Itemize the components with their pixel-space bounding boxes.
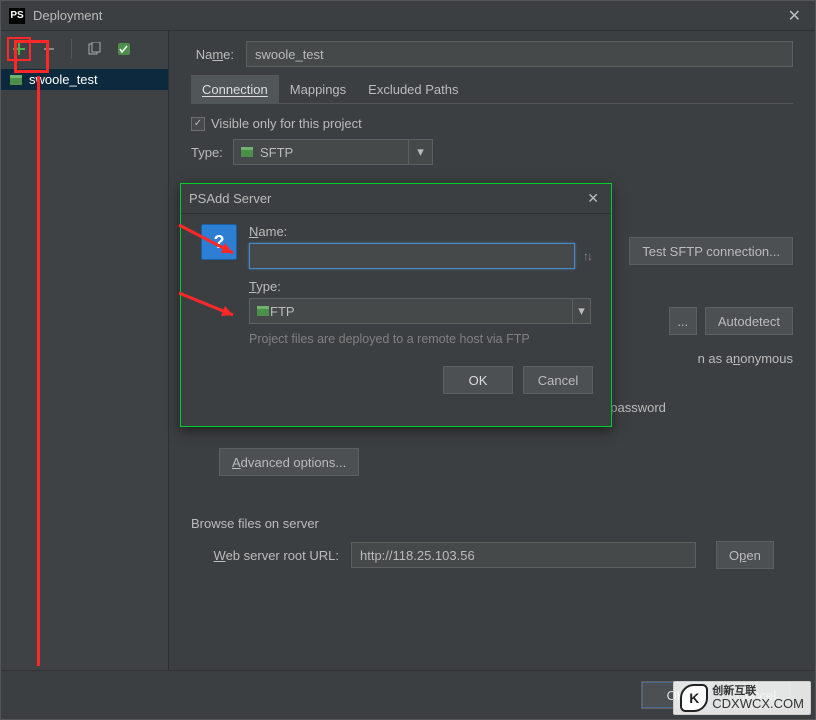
validate-button[interactable]: [112, 37, 136, 61]
add-server-dialog: PS Add Server ✕ ? Name: ↑↓ Type: FTP: [180, 183, 612, 427]
tabs: Connection Mappings Excluded Paths: [191, 75, 793, 104]
watermark-text: 创新互联 CDXWCX.COM: [712, 685, 804, 711]
server-icon: [9, 73, 23, 87]
dialog-close-button[interactable]: ✕: [583, 188, 603, 209]
deployment-window: PS Deployment ✕: [0, 0, 816, 720]
anonymous-fragment: n as anonymous: [698, 351, 793, 366]
name-label: Name:: [191, 47, 246, 62]
type-select[interactable]: SFTP ▾: [233, 139, 433, 165]
sidebar-toolbar: [1, 31, 168, 67]
advanced-options-button[interactable]: Advanced options...: [219, 448, 359, 476]
dialog-type-value: FTP: [270, 304, 295, 319]
tab-mappings[interactable]: Mappings: [279, 75, 357, 103]
chevron-down-icon: ▾: [408, 140, 432, 164]
sftp-icon: [240, 145, 254, 159]
browse-button[interactable]: ...: [669, 307, 697, 335]
test-connection-button[interactable]: Test SFTP connection...: [629, 237, 793, 265]
autodetect-button[interactable]: Autodetect: [705, 307, 793, 335]
dialog-app-icon: PS: [189, 191, 206, 206]
app-icon: PS: [9, 8, 25, 24]
copy-button[interactable]: [82, 37, 106, 61]
watermark-logo: K: [680, 684, 708, 712]
web-root-input[interactable]: [351, 542, 696, 568]
dialog-type-select[interactable]: FTP ▾: [249, 298, 591, 324]
dialog-name-input[interactable]: [249, 243, 575, 269]
server-tree-item[interactable]: swoole_test: [1, 69, 168, 90]
toolbar-separator: [71, 39, 72, 59]
remove-server-button[interactable]: [37, 37, 61, 61]
tab-connection[interactable]: Connection: [191, 75, 279, 104]
dialog-cancel-button[interactable]: Cancel: [523, 366, 593, 394]
web-root-row: Web server root URL: Open: [191, 541, 793, 569]
window-close-button[interactable]: ✕: [782, 6, 807, 26]
dialog-type-label: Type:: [249, 279, 591, 294]
sort-icon[interactable]: ↑↓: [583, 249, 591, 263]
dialog-buttons: OK Cancel: [181, 356, 611, 408]
ftp-icon: [256, 304, 270, 318]
tab-excluded[interactable]: Excluded Paths: [357, 75, 469, 103]
watermark: K 创新互联 CDXWCX.COM: [673, 681, 811, 715]
window-title: Deployment: [33, 8, 782, 23]
dialog-hint: Project files are deployed to a remote h…: [249, 332, 591, 346]
chevron-down-icon: ▾: [572, 299, 590, 323]
type-value: SFTP: [260, 145, 293, 160]
visible-only-label: Visible only for this project: [211, 116, 362, 131]
name-row: Name:: [191, 41, 793, 67]
visible-only-checkbox[interactable]: ✓ Visible only for this project: [191, 116, 362, 131]
sidebar: swoole_test: [1, 31, 169, 670]
name-input[interactable]: [246, 41, 793, 67]
dialog-ok-button[interactable]: OK: [443, 366, 513, 394]
add-server-button[interactable]: [7, 37, 31, 61]
dialog-name-label: Name:: [249, 224, 591, 239]
open-button[interactable]: Open: [716, 541, 774, 569]
advanced-row: Advanced options...: [191, 448, 793, 476]
web-root-label: Web server root URL:: [191, 548, 351, 563]
dialog-titlebar: PS Add Server ✕: [181, 184, 611, 214]
dialog-body: ? Name: ↑↓ Type: FTP ▾ Project files are…: [181, 214, 611, 356]
type-row: Type: SFTP ▾: [191, 139, 793, 165]
server-tree: swoole_test: [1, 67, 168, 92]
info-icon: ?: [201, 224, 237, 260]
server-tree-item-label: swoole_test: [29, 72, 98, 87]
dialog-title: Add Server: [206, 191, 271, 206]
type-label: Type:: [191, 145, 233, 160]
titlebar: PS Deployment ✕: [1, 1, 815, 31]
browse-files-title: Browse files on server: [191, 516, 793, 531]
